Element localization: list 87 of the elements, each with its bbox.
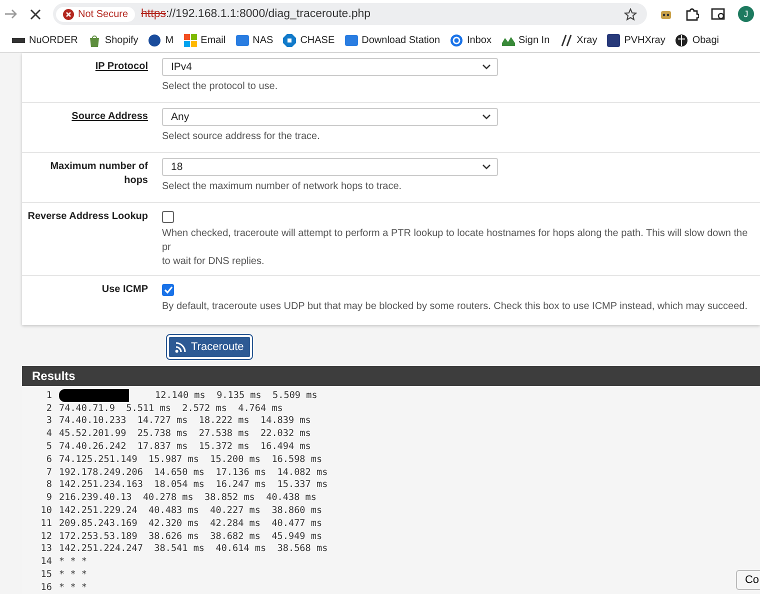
hop-result: * * * — [59, 569, 87, 580]
bookmark[interactable]: CHASE — [283, 34, 335, 46]
help-text: Select source address for the trace. — [162, 130, 321, 144]
bookmark-icon — [283, 34, 296, 46]
checkbox[interactable] — [162, 211, 174, 223]
chevron-down-icon — [482, 114, 491, 120]
bookmark[interactable]: Inbox — [450, 34, 492, 46]
field-label-link[interactable]: Source Address — [72, 110, 148, 124]
bookmark-icon — [236, 34, 249, 46]
hop-result: 142.251.229.24 40.483 ms 40.227 ms 38.860 ms — [59, 505, 322, 516]
partial-button[interactable]: Co — [736, 570, 760, 590]
hop-result: 45.52.201.99 25.738 ms 27.538 ms 22.032 ms — [59, 428, 311, 440]
hop-result: 192.178.249.206 14.650 ms 17.136 ms 14.082 ms — [59, 466, 328, 478]
results-title: Results — [32, 369, 76, 383]
bookmark-icon — [560, 34, 573, 46]
url-scheme: https — [141, 8, 166, 20]
bookmark-icon — [344, 34, 358, 46]
bookmark[interactable]: Obagi — [675, 34, 720, 46]
bookmark[interactable]: NuORDER — [12, 34, 78, 46]
hop-number: 6 — [45, 454, 52, 465]
bookmark-icon — [148, 34, 162, 46]
not-secure-chip[interactable]: Not Secure — [56, 6, 136, 22]
hop-number: 7 — [45, 466, 52, 478]
url-text: ://192.168.1.1:8000/diag_traceroute.php — [166, 8, 371, 20]
bookmark[interactable]: Shopify — [88, 34, 138, 46]
bookmark[interactable]: Email — [184, 34, 226, 46]
help-text: Select the maximum number of network hops to trace. — [162, 180, 403, 194]
hop-result: 216.239.40.13 40.278 ms 38.852 ms 40.438 ms — [59, 492, 316, 504]
dropdown[interactable]: Any — [162, 108, 498, 126]
hop-number: 11 — [40, 518, 52, 529]
hop-number: 10 — [40, 505, 52, 516]
hop-result: * * * — [59, 582, 87, 593]
address-bar[interactable]: Not Secure https://192.168.1.1:8000/diag_traceroute.php — [53, 3, 647, 25]
hop-result: 142.251.234.163 18.054 ms 16.247 ms 15.337 ms — [59, 479, 328, 490]
bookmark[interactable]: NAS — [236, 34, 274, 46]
close-icon[interactable] — [30, 8, 41, 20]
hop-result: 74.125.251.149 15.987 ms 15.200 ms 16.598 ms — [59, 454, 322, 465]
rss-icon — [175, 342, 186, 352]
dropdown[interactable]: 18 — [162, 158, 498, 176]
hop-number: 5 — [45, 441, 52, 452]
chevron-down-icon — [482, 164, 491, 170]
hop-result: 12.140 ms 9.135 ms 5.509 ms — [155, 390, 318, 401]
hop-result: 209.85.243.169 42.320 ms 42.284 ms 40.477 ms — [59, 518, 322, 529]
redaction-block — [59, 388, 129, 402]
hop-number: 8 — [45, 479, 52, 490]
warning-icon — [63, 8, 74, 20]
bookmark-icon — [184, 34, 197, 46]
help-text: Select the protocol to use. — [162, 80, 279, 94]
star-icon[interactable] — [624, 8, 637, 20]
field-label: Reverse Address Lookup — [28, 210, 148, 224]
hop-result: 142.251.224.247 38.541 ms 40.614 ms 38.568 ms — [59, 543, 328, 554]
bookmark[interactable]: Xray — [560, 34, 598, 46]
hop-number: 16 — [40, 582, 52, 593]
bookmark[interactable]: Download Station — [344, 34, 440, 46]
puzzle-icon[interactable] — [685, 7, 699, 21]
traceroute-button[interactable]: Traceroute — [167, 335, 252, 359]
dropdown[interactable]: IPv4 — [162, 58, 498, 76]
forward-arrow-icon[interactable] — [4, 8, 18, 20]
hop-number: 4 — [45, 428, 52, 440]
help-text: to wait for DNS replies. — [162, 255, 266, 269]
bookmark-icon — [607, 34, 620, 46]
help-text: By default, traceroute uses UDP but that may be blocked by some routers. Check this box to use ICMP instead, which may succeed. — [162, 300, 748, 314]
bookmark-icon — [88, 34, 101, 46]
hop-number: 15 — [40, 569, 52, 580]
hop-number: 12 — [40, 530, 52, 542]
hop-number: 9 — [45, 492, 52, 504]
hop-result: 74.40.10.233 14.727 ms 18.222 ms 14.839 ms — [59, 415, 311, 426]
bookmark[interactable]: PVHXray — [607, 34, 666, 46]
bookmark-icon — [450, 34, 464, 46]
hop-result: 74.40.71.9 5.511 ms 2.572 ms 4.764 ms — [59, 402, 283, 414]
hop-number: 14 — [40, 556, 52, 568]
hop-result: 172.253.53.189 38.626 ms 38.682 ms 45.949 ms — [59, 530, 322, 542]
field-label-link[interactable]: IP Protocol — [95, 60, 148, 74]
hop-number: 3 — [45, 415, 52, 426]
bookmark[interactable]: Sign In — [502, 34, 550, 46]
hop-number: 1 — [45, 390, 52, 401]
field-label: Use ICMP — [102, 283, 148, 297]
hop-result: 74.40.26.242 17.837 ms 15.372 ms 16.494 ms — [59, 441, 311, 452]
profile-avatar[interactable]: J — [738, 6, 754, 22]
chevron-down-icon — [482, 64, 491, 70]
checkbox[interactable] — [162, 284, 174, 296]
hop-number: 2 — [45, 402, 52, 414]
bookmark-icon — [675, 34, 688, 46]
hop-result: * * * — [59, 556, 87, 568]
bookmark[interactable]: M — [148, 34, 174, 46]
hop-number: 13 — [40, 543, 52, 554]
field-label: Maximum number of hops — [49, 160, 148, 188]
